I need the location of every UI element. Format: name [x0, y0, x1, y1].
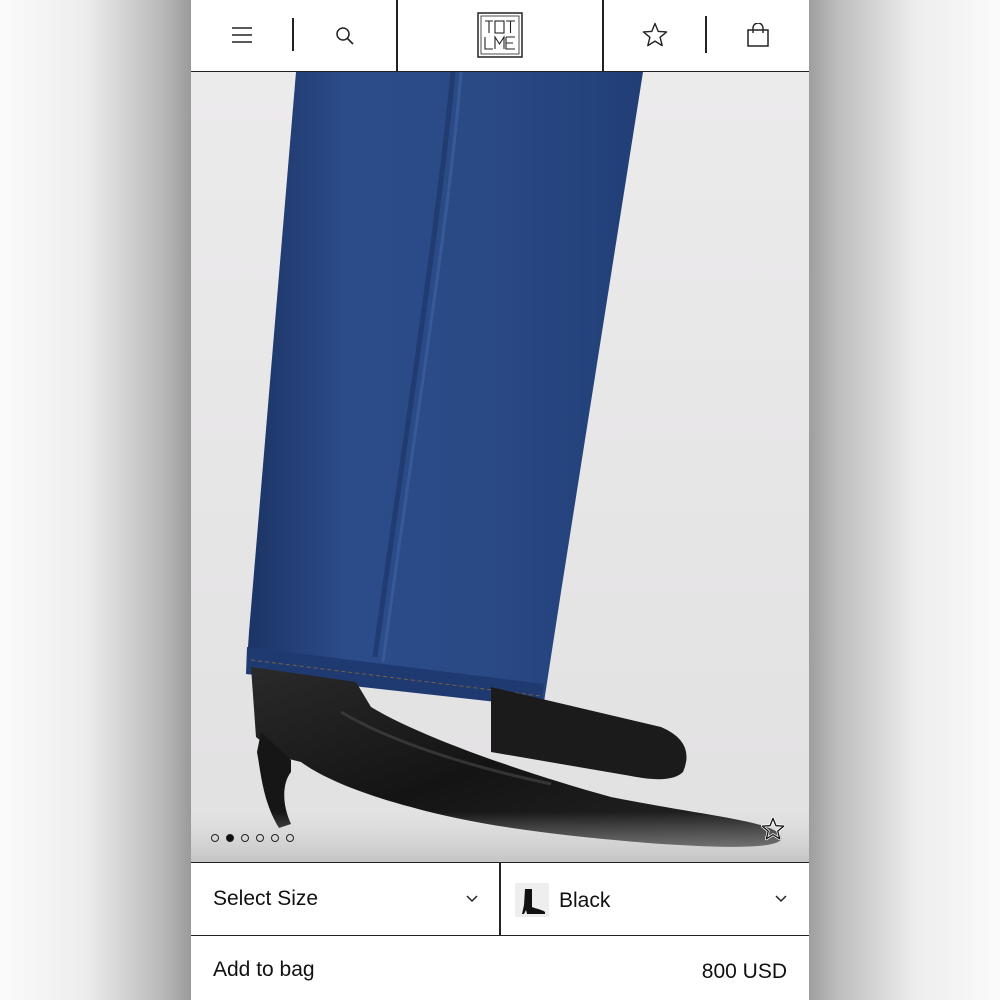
brand-logo[interactable]: [398, 0, 602, 71]
carousel-dot-active[interactable]: [226, 834, 234, 842]
size-selector-label: Select Size: [213, 887, 319, 910]
carousel-dot[interactable]: [241, 834, 249, 842]
wishlist-button[interactable]: [604, 0, 705, 71]
blurred-background-left: [0, 0, 191, 1000]
menu-button[interactable]: [191, 0, 292, 71]
carousel-dot[interactable]: [271, 834, 279, 842]
search-button[interactable]: [294, 0, 396, 71]
carousel-dot[interactable]: [286, 834, 294, 842]
search-icon: [336, 27, 354, 45]
carousel-indicator: [211, 834, 294, 844]
shopping-bag-icon: [747, 23, 769, 47]
hamburger-icon: [232, 27, 252, 43]
star-icon: [642, 22, 668, 47]
product-options-bar: Select Size Black: [191, 862, 809, 936]
product-price: 800 USD: [701, 960, 787, 983]
color-selector[interactable]: Black: [501, 863, 809, 935]
top-navigation-bar: [191, 0, 809, 72]
favorite-star-icon[interactable]: [761, 817, 785, 841]
product-photo: [191, 72, 809, 862]
product-image-carousel[interactable]: [191, 72, 809, 862]
carousel-dot[interactable]: [211, 834, 219, 842]
color-swatch-thumbnail: [515, 883, 549, 917]
blurred-background-right: [809, 0, 1000, 1000]
carousel-dot[interactable]: [256, 834, 264, 842]
chevron-down-icon: [466, 895, 478, 903]
add-to-bag-label: Add to bag: [213, 958, 315, 981]
add-to-bag-button[interactable]: Add to bag 800 USD: [191, 936, 809, 1000]
color-selector-label: Black: [559, 889, 611, 912]
size-selector[interactable]: Select Size: [191, 863, 500, 935]
toteme-logo-icon: [477, 12, 523, 58]
chevron-down-icon: [775, 895, 787, 903]
bag-button[interactable]: [707, 0, 809, 71]
boot-thumbnail-icon: [522, 889, 545, 914]
phone-screen: Select Size Black Add to bag 800 USD: [191, 0, 809, 1000]
